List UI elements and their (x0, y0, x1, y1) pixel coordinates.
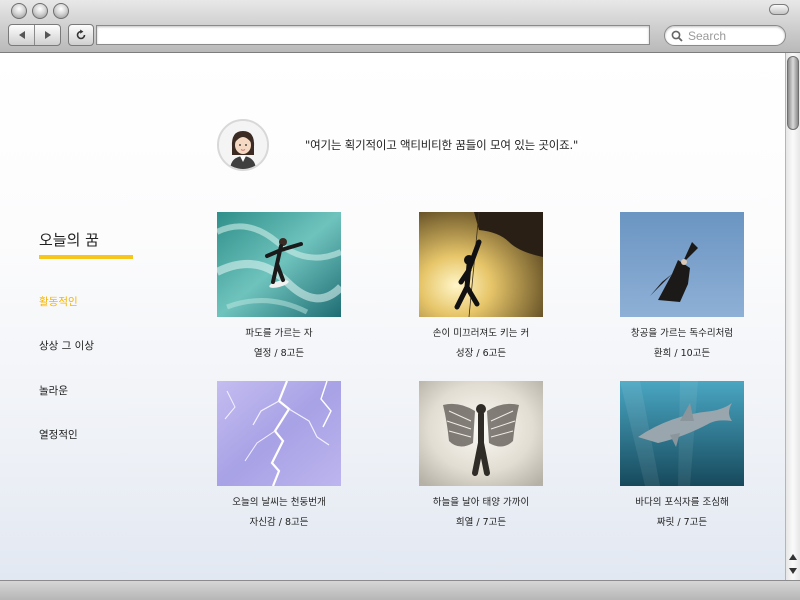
forward-arrow-icon (44, 31, 51, 39)
lightning-purple-sky-image[interactable] (217, 381, 341, 486)
hero-quote: "여기는 획기적이고 액티비티한 꿈들이 모여 있는 곳이죠." (305, 138, 579, 152)
search-icon (671, 30, 683, 42)
sidebar-title: 오늘의 꿈 (39, 231, 99, 249)
card-title: 바다의 포식자를 조심해 (635, 497, 729, 508)
scrollbar-thumb[interactable] (787, 56, 799, 130)
browser-toolbar (0, 0, 800, 53)
history-navigation (8, 24, 61, 46)
card-meta: 희열 / 7고든 (455, 517, 507, 528)
card-title: 파도를 가르는 자 (245, 328, 313, 339)
scroll-up-button[interactable] (786, 550, 800, 563)
card-meta: 환희 / 10고든 (653, 348, 711, 359)
sidebar-item-active[interactable]: 활동적인 (39, 294, 78, 309)
dream-card[interactable]: 파도를 가르는 자 열정 / 8고든 (217, 212, 341, 359)
card-title: 하늘을 날아 태양 가까이 (432, 497, 530, 508)
sidebar-item-passionate[interactable]: 열정적인 (39, 427, 78, 442)
sidebar-item-amazing[interactable]: 놀라운 (39, 383, 68, 398)
dream-card[interactable]: 바다의 포식자를 조심해 짜릿 / 7고든 (620, 381, 744, 528)
forward-button[interactable] (34, 25, 60, 45)
sidebar-item-beyond-imagination[interactable]: 상상 그 이상 (39, 338, 94, 353)
female-avatar-icon (217, 119, 269, 171)
minimize-window-button[interactable] (32, 3, 48, 19)
winged-man-image[interactable] (419, 381, 543, 486)
address-bar[interactable] (96, 25, 650, 45)
surfer-wave-image[interactable] (217, 212, 341, 317)
card-title: 창공을 가르는 독수리처럼 (630, 328, 734, 339)
eagle-blue-sky-image[interactable] (620, 212, 744, 317)
card-title: 손이 미끄러져도 키는 커 (432, 328, 530, 339)
shark-underwater-image[interactable] (620, 381, 744, 486)
back-button[interactable] (9, 25, 34, 45)
dream-card[interactable]: 손이 미끄러져도 키는 커 성장 / 6고든 (419, 212, 543, 359)
dream-card[interactable]: 오늘의 날씨는 천둥번개 자신감 / 8고든 (217, 381, 341, 528)
dream-card[interactable]: 하늘을 날아 태양 가까이 희열 / 7고든 (419, 381, 543, 528)
search-field[interactable] (664, 25, 786, 46)
rock-climber-sunset-image[interactable] (419, 212, 543, 317)
scroll-down-arrow-icon (789, 567, 797, 574)
card-meta: 자신감 / 8고든 (249, 517, 309, 528)
close-window-button[interactable] (11, 3, 27, 19)
card-meta: 성장 / 6고든 (455, 348, 507, 359)
card-title: 오늘의 날씨는 천둥번개 (232, 497, 326, 508)
page-viewport: "여기는 획기적이고 액티비티한 꿈들이 모여 있는 곳이죠." 오늘의 꿈 활… (0, 53, 785, 580)
window-bottom-bar (0, 580, 800, 600)
toolbar-toggle-button[interactable] (769, 4, 789, 15)
zoom-window-button[interactable] (53, 3, 69, 19)
reload-button[interactable] (68, 24, 94, 46)
search-input[interactable] (688, 28, 780, 43)
back-arrow-icon (18, 31, 25, 39)
sidebar-title-underline (39, 255, 133, 259)
scroll-up-arrow-icon (789, 553, 797, 560)
hero-banner: "여기는 획기적이고 액티비티한 꿈들이 모여 있는 곳이죠." (217, 119, 578, 171)
vertical-scrollbar[interactable] (785, 53, 800, 580)
scroll-down-button[interactable] (786, 564, 800, 577)
card-meta: 열정 / 8고든 (253, 348, 305, 359)
reload-icon (76, 29, 86, 40)
dream-card[interactable]: 창공을 가르는 독수리처럼 환희 / 10고든 (620, 212, 744, 359)
card-meta: 짜릿 / 7고든 (656, 517, 708, 528)
